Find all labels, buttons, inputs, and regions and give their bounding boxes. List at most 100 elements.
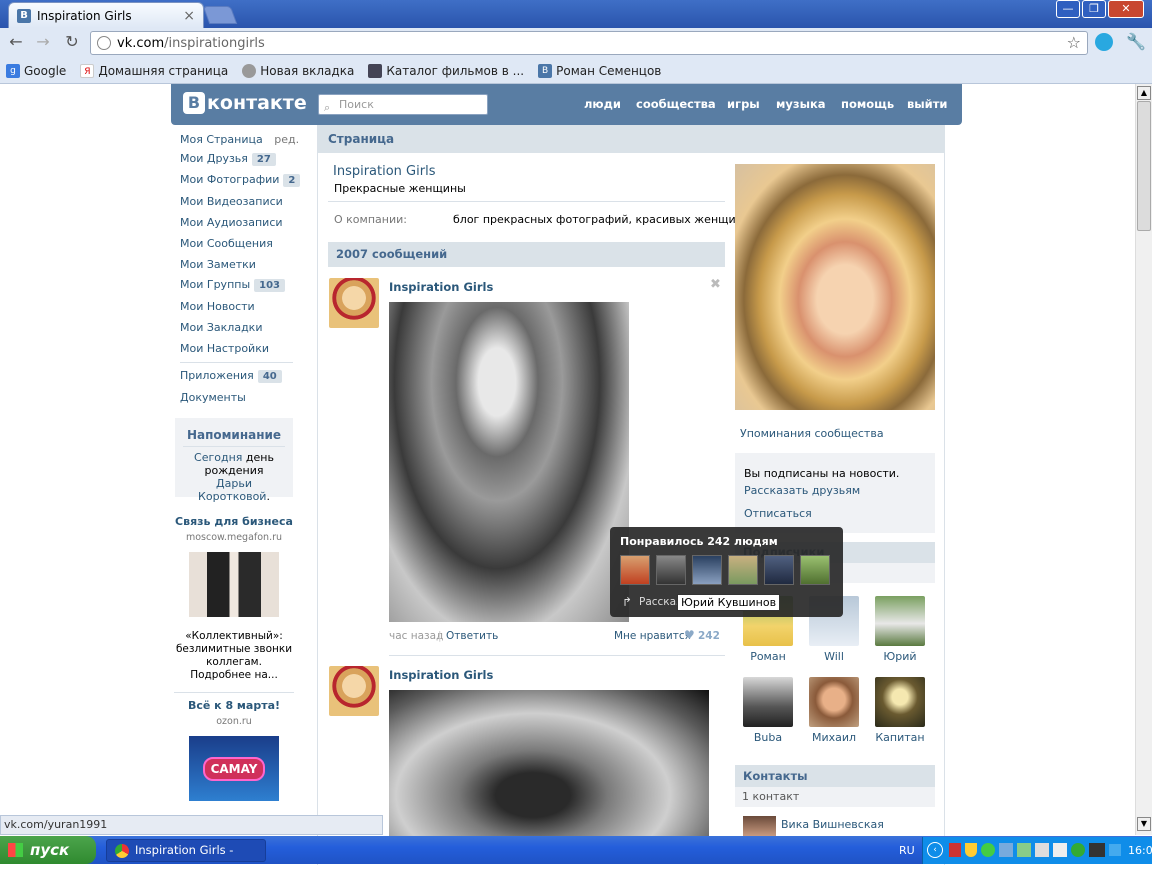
post2-avatar[interactable] <box>329 666 379 716</box>
subscriber-yuri[interactable]: Юрий <box>870 596 930 663</box>
status-bar: vk.com/yuran1991 <box>0 815 383 835</box>
utorrent-icon[interactable] <box>1071 843 1085 857</box>
volume-icon[interactable] <box>1109 844 1121 856</box>
bookmark-films[interactable]: Каталог фильмов в ... <box>368 63 524 78</box>
start-button[interactable]: пуск <box>0 836 96 864</box>
forward-icon[interactable]: → <box>33 32 53 52</box>
liker-avatar[interactable] <box>800 555 830 585</box>
post1-like-count[interactable]: 242 <box>698 630 720 642</box>
subscriber-buba[interactable]: Buba <box>738 677 798 744</box>
scroll-thumb[interactable] <box>1137 101 1151 231</box>
liker-avatar[interactable] <box>656 555 686 585</box>
menu-photos[interactable]: Мои Фотографии 2 <box>180 173 301 187</box>
nav-games[interactable]: игры <box>727 97 760 111</box>
menu-bookmarks[interactable]: Мои Закладки <box>180 321 262 334</box>
wall-header[interactable]: 2007 сообщений <box>328 242 725 267</box>
liker-avatar[interactable] <box>620 555 650 585</box>
tab-close-icon[interactable]: × <box>183 8 195 24</box>
ad1-text[interactable]: «Коллективный»: безлимитные звонки колле… <box>174 630 294 682</box>
share-link[interactable]: Рассказ <box>639 596 682 608</box>
bookmark-star-icon[interactable]: ☆ <box>1067 33 1081 52</box>
menu-videos[interactable]: Мои Видеозаписи <box>180 195 283 208</box>
birthday-name-link[interactable]: Дарьи Коротковой <box>198 477 266 503</box>
bookmark-newtab[interactable]: Новая вкладка <box>242 63 354 78</box>
vertical-scrollbar[interactable]: ▲ ▼ <box>1135 84 1152 835</box>
bookmark-google[interactable]: g Google <box>6 63 66 78</box>
minimize-button[interactable]: — <box>1056 0 1080 18</box>
skype-icon[interactable] <box>1095 33 1113 51</box>
back-icon[interactable]: ← <box>6 32 26 52</box>
post1-avatar[interactable] <box>329 278 379 328</box>
menu-my-page[interactable]: Моя Страница ред. <box>180 133 299 146</box>
post1-author[interactable]: Inspiration Girls <box>389 280 493 294</box>
unsubscribe-link[interactable]: Отписаться <box>744 507 812 520</box>
contact-avatar[interactable] <box>743 816 776 836</box>
post1-photo[interactable] <box>389 302 629 622</box>
url-path: /inspirationgirls <box>164 35 265 51</box>
post1-like-link[interactable]: Мне нравится <box>614 630 691 642</box>
tray-icon[interactable] <box>981 843 995 857</box>
address-bar[interactable]: vk.com/inspirationgirls ☆ <box>90 31 1088 55</box>
tell-friends-link[interactable]: Рассказать друзьям <box>744 484 860 497</box>
menu-friends[interactable]: Мои Друзья 27 <box>180 152 276 166</box>
heart-icon[interactable]: ♥ <box>684 628 695 642</box>
ad2-image[interactable]: CAMAY <box>189 736 279 801</box>
mentions-link[interactable]: Упоминания сообщества <box>740 427 884 440</box>
nav-logout[interactable]: выйти <box>907 97 947 111</box>
menu-apps[interactable]: Приложения 40 <box>180 369 282 383</box>
scroll-up-icon[interactable]: ▲ <box>1137 86 1151 100</box>
tray-icon[interactable] <box>1053 843 1067 857</box>
tray-icon[interactable] <box>1089 843 1105 857</box>
liker-avatar[interactable] <box>728 555 758 585</box>
bookmark-home[interactable]: Я Домашняя страница <box>80 63 228 78</box>
liker-avatar[interactable] <box>692 555 722 585</box>
subscription-box: Вы подписаны на новости. Рассказать друз… <box>735 453 935 533</box>
post2-author[interactable]: Inspiration Girls <box>389 668 493 682</box>
menu-audios[interactable]: Мои Аудиозаписи <box>180 216 283 229</box>
search-input[interactable]: ⌕ Поиск <box>318 94 488 115</box>
liker-tooltip: Юрий Кувшинов <box>677 594 781 611</box>
nav-help[interactable]: помощь <box>841 97 894 111</box>
tray-icon[interactable] <box>1017 843 1031 857</box>
menu-news[interactable]: Мои Новости <box>180 300 255 313</box>
vk-logo[interactable]: Вконтакте <box>183 92 307 114</box>
shield-icon[interactable] <box>965 843 977 857</box>
taskbar-chrome-item[interactable]: Inspiration Girls - Goo... <box>106 839 266 878</box>
maximize-button[interactable]: ❐ <box>1082 0 1106 18</box>
menu-notes[interactable]: Мои Заметки <box>180 258 256 271</box>
language-indicator[interactable]: RU <box>899 844 915 857</box>
subscriber-mikhail[interactable]: Михаил <box>804 677 864 744</box>
post2-photo[interactable] <box>389 690 709 840</box>
wrench-icon[interactable]: 🔧 <box>1126 32 1146 51</box>
ad1-title[interactable]: Связь для бизнеса <box>174 515 294 528</box>
close-window-button[interactable]: ✕ <box>1108 0 1144 18</box>
tray-icon[interactable] <box>1035 843 1049 857</box>
network-icon[interactable] <box>999 843 1013 857</box>
tray-expand-icon[interactable]: ‹ <box>927 842 943 858</box>
scroll-down-icon[interactable]: ▼ <box>1137 817 1151 831</box>
reload-icon[interactable]: ↻ <box>62 32 82 52</box>
subscriber-kapitan[interactable]: Капитан <box>870 677 930 744</box>
nav-communities[interactable]: сообщества <box>636 97 716 111</box>
tray-icon[interactable] <box>949 843 961 857</box>
likes-popup-title[interactable]: Понравилось 242 людям <box>620 535 778 548</box>
delete-post-icon[interactable]: ✖ <box>710 277 721 292</box>
nav-people[interactable]: люди <box>584 97 621 111</box>
menu-settings[interactable]: Мои Настройки <box>180 342 269 355</box>
vk-favicon: B <box>17 8 31 23</box>
edit-link[interactable]: ред. <box>274 133 299 146</box>
contacts-header[interactable]: Контакты <box>735 765 935 787</box>
menu-docs[interactable]: Документы <box>180 391 246 404</box>
reminder-box: Напоминание Сегодня день рождения Дарьи … <box>175 418 293 503</box>
liker-avatar[interactable] <box>764 555 794 585</box>
post1-reply-link[interactable]: Ответить <box>446 630 498 642</box>
bookmark-roman[interactable]: B Роман Семенцов <box>538 63 661 78</box>
contact-name[interactable]: Вика Вишневская <box>781 818 884 831</box>
menu-messages[interactable]: Мои Сообщения <box>180 237 273 250</box>
browser-tab[interactable]: B Inspiration Girls × <box>8 2 204 28</box>
menu-groups[interactable]: Мои Группы 103 <box>180 278 286 292</box>
ad1-image[interactable] <box>189 552 279 617</box>
ad2-title[interactable]: Всё к 8 марта! <box>174 699 294 712</box>
group-photo[interactable] <box>735 164 935 410</box>
nav-music[interactable]: музыка <box>776 97 826 111</box>
